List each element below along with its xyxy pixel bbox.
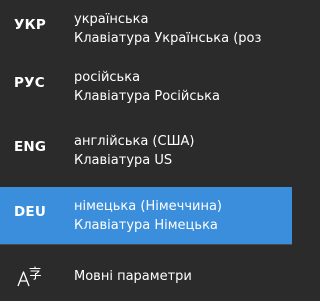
- language-settings-label: Мовні параметри: [74, 269, 192, 284]
- language-settings-icon: [16, 266, 42, 288]
- language-item-eng[interactable]: ENG англійська (США) Клавіатура US: [0, 122, 292, 180]
- language-name: німецька (Німеччина): [74, 199, 222, 214]
- language-name: українська: [74, 12, 149, 27]
- language-code: УКР: [14, 17, 46, 33]
- language-code: ENG: [14, 139, 47, 155]
- keyboard-layout-name: Клавіатура Російська: [74, 89, 220, 104]
- divider: [0, 244, 292, 245]
- keyboard-layout-name: Клавіатура Німецька: [74, 218, 218, 233]
- keyboard-layout-name: Клавіатура US: [74, 153, 173, 168]
- language-settings-link[interactable]: Мовні параметри: [0, 256, 292, 296]
- language-name: російська: [74, 70, 141, 85]
- language-code: DEU: [14, 204, 46, 220]
- language-item-ukr[interactable]: УКР українська Клавіатура Українська (ро…: [0, 0, 292, 58]
- language-item-rus[interactable]: РУС російська Клавіатура Російська: [0, 58, 292, 116]
- keyboard-layout-name: Клавіатура Українська (роз: [74, 31, 262, 46]
- language-name: англійська (США): [74, 134, 195, 149]
- language-flyout: УКР українська Клавіатура Українська (ро…: [0, 0, 292, 301]
- language-item-deu[interactable]: DEU німецька (Німеччина) Клавіатура Німе…: [0, 187, 292, 245]
- language-code: РУС: [14, 75, 45, 91]
